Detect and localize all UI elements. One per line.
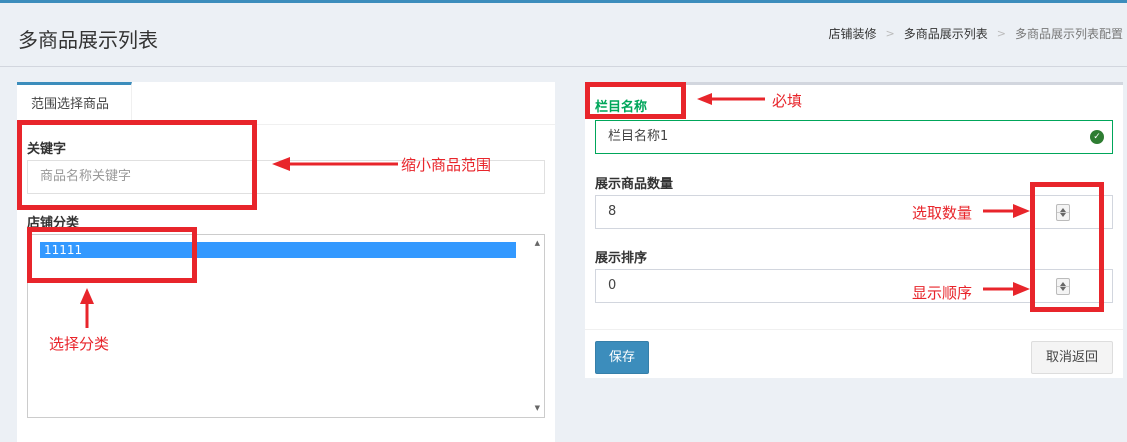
- arrow-icon: [80, 93, 1030, 328]
